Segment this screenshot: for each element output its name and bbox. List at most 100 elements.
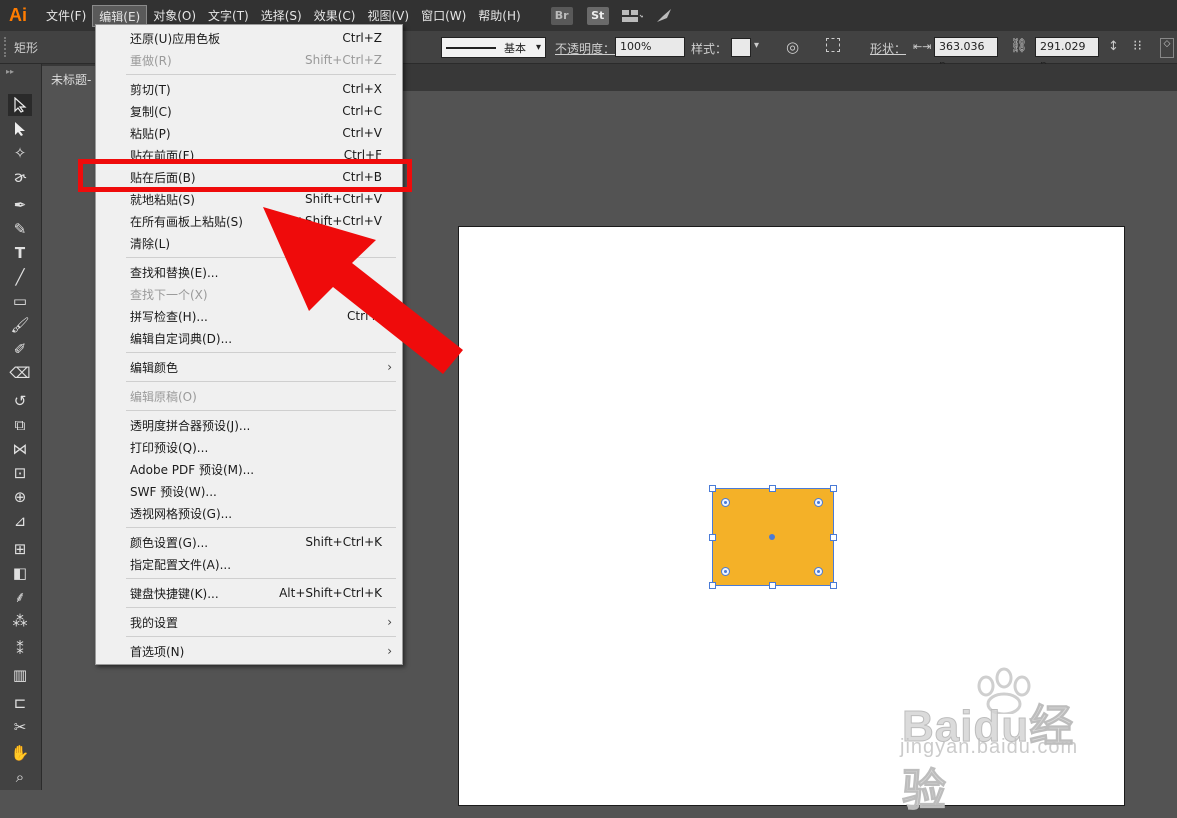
menu-item-preferences[interactable]: 首选项(N) › xyxy=(96,640,402,662)
menu-item-perspective-grid-presets[interactable]: 透视网格预设(G)... xyxy=(96,502,402,524)
stroke-profile-select[interactable]: 基本 ▾ xyxy=(441,37,546,58)
menu-item-color-settings[interactable]: 颜色设置(G)... Shift+Ctrl+K xyxy=(96,531,402,553)
width-tool-icon[interactable]: ⋈ xyxy=(8,438,32,460)
more-options-icon[interactable]: ◇ xyxy=(1160,38,1174,58)
document-tab[interactable]: 未标题- xyxy=(42,66,102,91)
menu-item-label: 还原(U)应用色板 xyxy=(130,31,221,46)
gpu-rocket-icon[interactable] xyxy=(653,7,675,25)
bounding-handle-bottom-right[interactable] xyxy=(830,582,837,589)
corner-widget-bottom-right[interactable] xyxy=(814,567,823,576)
menu-item-shortcut: Ctrl+C xyxy=(342,104,382,118)
zoom-tool-icon[interactable]: ⌕ xyxy=(8,766,32,788)
menu-help[interactable]: 帮助(H) xyxy=(472,5,526,27)
bounding-handle-top-right[interactable] xyxy=(830,485,837,492)
menu-item-spell-check[interactable]: 拼写检查(H)... Ctrl+I xyxy=(96,305,402,327)
menu-item-pdf-presets[interactable]: Adobe PDF 预设(M)... xyxy=(96,458,402,480)
corner-widget-top-left[interactable] xyxy=(721,498,730,507)
magic-wand-tool-icon[interactable]: ✧ xyxy=(8,142,32,164)
chevron-down-icon[interactable]: ▾ xyxy=(754,40,759,51)
paintbrush-tool-icon[interactable]: 🖌 xyxy=(8,314,32,336)
rotate-tool-icon[interactable]: ↺ xyxy=(8,390,32,412)
highlight-annotation-box xyxy=(78,159,412,192)
stock-icon[interactable]: St xyxy=(586,6,609,25)
blend-tool-icon[interactable]: ⁂ xyxy=(8,610,32,632)
bounding-handle-left[interactable] xyxy=(709,534,716,541)
free-transform-tool-icon[interactable]: ⊡ xyxy=(8,462,32,484)
corner-widget-top-right[interactable] xyxy=(814,498,823,507)
menu-item-edit-dictionary[interactable]: 编辑自定词典(D)... xyxy=(96,327,402,349)
workspace-layout-icon[interactable] xyxy=(621,7,643,25)
menu-item-assign-profile[interactable]: 指定配置文件(A)... xyxy=(96,553,402,575)
slice-tool-icon[interactable]: ✂ xyxy=(8,716,32,738)
menu-item-swf-presets[interactable]: SWF 预设(W)... xyxy=(96,480,402,502)
menu-item-redo[interactable]: 重做(R) Shift+Ctrl+Z xyxy=(96,49,402,71)
bounding-handle-bottom-left[interactable] xyxy=(709,582,716,589)
shape-label[interactable]: 形状： xyxy=(870,40,906,57)
menu-item-find-next[interactable]: 查找下一个(X) xyxy=(96,283,402,305)
menu-item-label: 就地粘贴(S) xyxy=(130,192,195,207)
menu-item-clear[interactable]: 清除(L) xyxy=(96,232,402,254)
corner-widget-bottom-left[interactable] xyxy=(721,567,730,576)
bounding-handle-bottom[interactable] xyxy=(769,582,776,589)
symbol-sprayer-tool-icon[interactable]: ⁑ xyxy=(8,638,32,660)
menu-window[interactable]: 窗口(W) xyxy=(415,5,472,27)
menu-item-find-replace[interactable]: 查找和替换(E)... xyxy=(96,261,402,283)
eyedropper-tool-icon[interactable]: ⸙ xyxy=(8,586,32,608)
opacity-label[interactable]: 不透明度： xyxy=(555,40,615,57)
control-bar-grip[interactable] xyxy=(4,37,12,57)
gradient-tool-icon[interactable]: ◧ xyxy=(8,562,32,584)
direct-selection-tool-icon[interactable] xyxy=(8,118,32,140)
menu-item-paste[interactable]: 粘贴(P) Ctrl+V xyxy=(96,122,402,144)
bridge-icon[interactable]: Br xyxy=(550,6,573,25)
height-input[interactable]: 291.029 p xyxy=(1035,37,1099,71)
menu-item-cut[interactable]: 剪切(T) Ctrl+X xyxy=(96,78,402,100)
type-tool-icon[interactable]: T xyxy=(8,242,32,264)
mesh-tool-icon[interactable]: ⊞ xyxy=(8,538,32,560)
menu-item-print-presets[interactable]: 打印预设(Q)... xyxy=(96,436,402,458)
curvature-tool-icon[interactable]: ✎ xyxy=(8,218,32,240)
constrain-proportions-icon[interactable]: ⛓ xyxy=(1010,38,1028,54)
menu-item-label: 剪切(T) xyxy=(130,82,171,97)
menu-separator xyxy=(126,410,396,411)
opacity-input[interactable]: 100% xyxy=(615,37,685,57)
stroke-profile-value: 基本 xyxy=(504,41,526,55)
width-input[interactable]: 363.036 p xyxy=(934,37,998,71)
eraser-tool-icon[interactable]: ⌫ xyxy=(8,362,32,384)
menu-item-shortcut: Ctrl+V xyxy=(342,126,382,140)
column-graph-tool-icon[interactable]: ▥ xyxy=(8,664,32,686)
menu-file[interactable]: 文件(F) xyxy=(40,5,92,27)
menu-item-transparency-flattener[interactable]: 透明度拼合器预设(J)... xyxy=(96,414,402,436)
menu-item-label: 在所有画板上粘贴(S) xyxy=(130,214,243,229)
menu-item-edit-colors[interactable]: 编辑颜色 › xyxy=(96,356,402,378)
shape-builder-tool-icon[interactable]: ⊕ xyxy=(8,486,32,508)
lasso-tool-icon[interactable]: ɚ xyxy=(8,166,32,188)
style-label: 样式： xyxy=(691,42,728,56)
bounding-handle-right[interactable] xyxy=(830,534,837,541)
rectangle-tool-icon[interactable]: ▭ xyxy=(8,290,32,312)
width-icon: ⇤⇥ xyxy=(913,40,932,53)
align-to-selection-icon[interactable] xyxy=(826,38,840,52)
menu-item-copy[interactable]: 复制(C) Ctrl+C xyxy=(96,100,402,122)
bounding-handle-top-left[interactable] xyxy=(709,485,716,492)
scale-tool-icon[interactable]: ⧉ xyxy=(8,414,32,436)
selection-tool-icon[interactable] xyxy=(8,94,32,116)
menu-item-shortcut: Shift+Ctrl+V xyxy=(305,192,382,206)
recolor-artwork-icon[interactable]: ◎ xyxy=(786,38,799,56)
transform-icon[interactable]: ⁝⁝ xyxy=(1133,38,1142,54)
menu-item-paste-on-all-artboards[interactable]: 在所有画板上粘贴(S) Alt+Shift+Ctrl+V xyxy=(96,210,402,232)
menu-item-label: 编辑颜色 xyxy=(130,360,179,375)
shaper-tool-icon[interactable]: ✐ xyxy=(8,338,32,360)
menu-item-my-settings[interactable]: 我的设置 › xyxy=(96,611,402,633)
line-tool-icon[interactable]: ╱ xyxy=(8,266,32,288)
menu-item-keyboard-shortcuts[interactable]: 键盘快捷键(K)... Alt+Shift+Ctrl+K xyxy=(96,582,402,604)
pen-tool-icon[interactable]: ✒ xyxy=(8,194,32,216)
graphic-style-swatch[interactable] xyxy=(731,38,751,57)
artboard-tool-icon[interactable]: ⊏ xyxy=(8,692,32,714)
menu-item-undo[interactable]: 还原(U)应用色板 Ctrl+Z xyxy=(96,27,402,49)
bounding-handle-top[interactable] xyxy=(769,485,776,492)
perspective-grid-tool-icon[interactable]: ⊿ xyxy=(8,510,32,532)
menu-item-edit-original[interactable]: 编辑原稿(O) xyxy=(96,385,402,407)
collapse-panel-icon[interactable]: ▸▸ xyxy=(6,67,14,76)
menu-item-shortcut: Shift+Ctrl+K xyxy=(305,535,382,549)
hand-tool-icon[interactable]: ✋ xyxy=(8,742,32,764)
